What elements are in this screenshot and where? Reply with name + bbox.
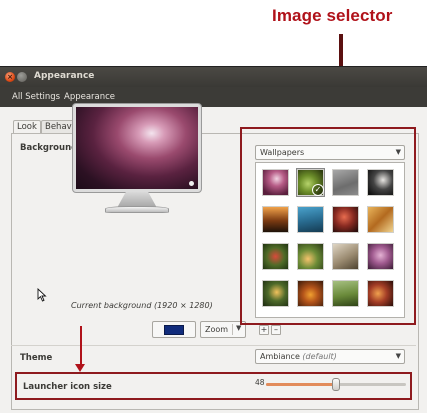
- dropdown-separator: [232, 324, 233, 335]
- mouse-pointer-icon: [37, 288, 47, 302]
- launcher-icon-size-slider[interactable]: [266, 378, 406, 391]
- theme-name: Ambiance: [260, 352, 300, 361]
- theme-qualifier: (default): [302, 352, 337, 361]
- minimize-icon[interactable]: [17, 72, 27, 82]
- monitor-power-led: [189, 181, 194, 186]
- all-settings-button[interactable]: All Settings: [12, 92, 60, 102]
- zoom-label: Zoom: [205, 325, 229, 334]
- remove-wallpaper-button[interactable]: –: [271, 325, 281, 335]
- launcher-icon-size-value: 48: [255, 378, 265, 387]
- background-section-label: Background: [20, 143, 78, 153]
- window-title: Appearance: [34, 71, 95, 81]
- background-color-button[interactable]: [152, 321, 196, 338]
- theme-value: Ambiance (default): [260, 352, 337, 361]
- slider-fill: [266, 383, 336, 386]
- tab-look[interactable]: Look: [13, 120, 41, 133]
- screenshot: Image selector × Appearance All Settings…: [0, 0, 427, 413]
- title-bar: × Appearance: [0, 67, 427, 87]
- background-preview-image: [76, 107, 198, 189]
- theme-section-label: Theme: [20, 353, 53, 363]
- menu-bar: All Settings Appearance: [0, 87, 427, 107]
- breadcrumb-appearance[interactable]: Appearance: [64, 92, 115, 102]
- annotation-arrow-head-launcher: [75, 364, 85, 372]
- background-preview-monitor: [73, 104, 201, 192]
- close-icon[interactable]: ×: [5, 72, 15, 82]
- launcher-icon-size-label: Launcher icon size: [23, 382, 112, 392]
- monitor-base: [105, 206, 169, 213]
- color-swatch: [164, 325, 184, 335]
- image-selector-highlight: [240, 127, 416, 325]
- slider-handle[interactable]: [332, 378, 340, 391]
- add-wallpaper-button[interactable]: +: [259, 325, 269, 335]
- annotation-arrow-shaft-launcher: [80, 326, 82, 366]
- chevron-down-icon: ▼: [395, 352, 401, 360]
- divider: [11, 345, 416, 346]
- theme-dropdown[interactable]: Ambiance (default) ▼: [255, 349, 405, 364]
- annotation-title: Image selector: [272, 6, 393, 25]
- current-background-caption: Current background (1920 × 1280): [71, 301, 213, 310]
- chevron-down-icon: ▼: [236, 324, 242, 332]
